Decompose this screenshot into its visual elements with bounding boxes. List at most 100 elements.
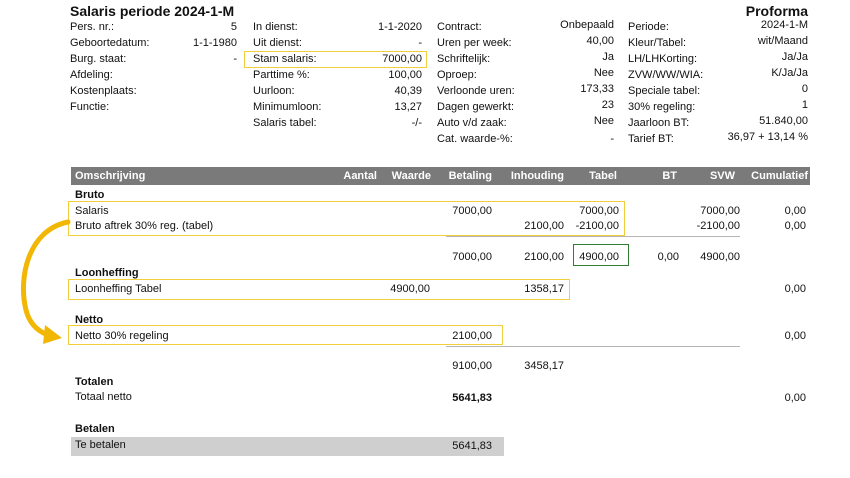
info-value: 1 — [801, 99, 808, 111]
info-label: Auto v/d zaak: — [437, 117, 507, 129]
row-label: Totaal netto — [75, 391, 132, 403]
section-heading-bruto: Bruto — [75, 189, 105, 201]
info-value: 173,33 — [580, 83, 614, 95]
info-label: Pers. nr.: — [70, 21, 115, 33]
info-value: 36,97 + 13,14 % — [727, 131, 808, 143]
subtotal-divider — [446, 346, 740, 347]
cell-cumulatief: 0,00 — [784, 330, 806, 342]
row-label: Te betalen — [75, 439, 126, 451]
column-header-aantal: Aantal — [343, 170, 377, 182]
info-label: Jaarloon BT: — [628, 117, 690, 129]
info-value: 40,39 — [394, 85, 422, 97]
info-label: Uren per week: — [437, 37, 512, 49]
info-label: Verloonde uren: — [437, 85, 515, 97]
info-label: Oproep: — [437, 69, 477, 81]
row-label: Loonheffing Tabel — [75, 283, 162, 295]
cell-tabel: 4900,00 — [579, 251, 619, 263]
info-value: 13,27 — [394, 101, 422, 113]
info-value: wit/Maand — [757, 35, 808, 47]
info-label: Dagen gewerkt: — [437, 101, 515, 113]
info-value: - — [233, 53, 237, 65]
info-value: Ja — [602, 51, 614, 63]
info-label: In dienst: — [253, 21, 298, 33]
info-label: Minimumloon: — [253, 101, 322, 113]
cell-tabel: 7000,00 — [579, 205, 619, 217]
curved-arrow-icon — [21, 219, 71, 344]
info-value: 51.840,00 — [759, 115, 808, 127]
info-label: LH/LHKorting: — [628, 53, 698, 65]
te-betalen-row — [71, 437, 504, 456]
cell-betaling: 7000,00 — [452, 205, 492, 217]
cell-inhouding: 1358,17 — [524, 283, 564, 295]
row-label: Bruto aftrek 30% reg. (tabel) — [75, 220, 214, 232]
cell-betaling: 5641,83 — [452, 440, 492, 452]
info-value: 5 — [230, 21, 237, 33]
cell-cumulatief: 0,00 — [784, 205, 806, 217]
cell-svw: 7000,00 — [700, 205, 740, 217]
info-label: Burg. staat: — [70, 53, 127, 65]
page-title: Salaris periode 2024-1-M — [70, 3, 235, 19]
info-label: Tarief BT: — [628, 133, 674, 145]
info-label: Kleur/Tabel: — [628, 37, 687, 49]
cell-betaling: 7000,00 — [452, 251, 492, 263]
info-value: 23 — [601, 99, 614, 111]
column-header-cumulatief: Cumulatief — [751, 170, 808, 182]
info-label: Uit dienst: — [253, 37, 302, 49]
table-header: Omschrijving Aantal Waarde Betaling Inho… — [71, 167, 810, 185]
info-value: K/Ja/Ja — [771, 67, 808, 79]
cell-cumulatief: 0,00 — [784, 283, 806, 295]
section-heading-loonheffing: Loonheffing — [75, 267, 139, 279]
info-value: Nee — [593, 115, 614, 127]
cell-bt: 0,00 — [657, 251, 679, 263]
info-label: Kostenplaats: — [70, 85, 137, 97]
info-label: Cat. waarde-%: — [437, 133, 513, 145]
proforma-label: Proforma — [745, 3, 808, 19]
column-header-betaling: Betaling — [448, 170, 492, 182]
info-value: Nee — [593, 67, 614, 79]
cell-inhouding: 2100,00 — [524, 220, 564, 232]
info-label: ZVW/WW/WIA: — [628, 69, 704, 81]
cell-inhouding: 3458,17 — [524, 360, 564, 372]
row-label: Salaris — [75, 205, 109, 217]
info-value: 2024-1-M — [760, 19, 808, 31]
info-value: 7000,00 — [382, 53, 422, 65]
info-value: -/- — [411, 117, 422, 129]
subtotal-divider — [446, 236, 740, 237]
info-label: Speciale tabel: — [628, 85, 701, 97]
cell-cumulatief: 0,00 — [784, 392, 806, 404]
info-value: - — [418, 37, 422, 49]
info-value: 40,00 — [586, 35, 614, 47]
info-label: Geboortedatum: — [70, 37, 150, 49]
cell-svw: 4900,00 — [700, 251, 740, 263]
cell-waarde: 4900,00 — [390, 283, 430, 295]
cell-inhouding: 2100,00 — [524, 251, 564, 263]
info-label: Stam salaris: — [253, 53, 317, 65]
cell-svw: -2100,00 — [696, 220, 740, 232]
info-label: Uurloon: — [253, 85, 295, 97]
column-header-inhouding: Inhouding — [510, 170, 564, 182]
cell-tabel: -2100,00 — [575, 220, 619, 232]
info-value: - — [610, 133, 614, 145]
column-header-svw: SVW — [709, 170, 735, 182]
info-label: Periode: — [628, 21, 669, 33]
info-label: Parttime %: — [253, 69, 310, 81]
info-label: Contract: — [437, 21, 482, 33]
column-header-waarde: Waarde — [391, 170, 431, 182]
row-label: Netto 30% regeling — [75, 330, 169, 342]
column-header-bt: BT — [662, 170, 677, 182]
column-header-omschrijving: Omschrijving — [75, 170, 146, 182]
section-heading-totalen: Totalen — [75, 376, 114, 388]
cell-cumulatief: 0,00 — [784, 220, 806, 232]
info-value: Onbepaald — [560, 19, 614, 31]
info-label: Functie: — [70, 101, 110, 113]
info-value: Ja/Ja — [781, 51, 808, 63]
info-label: Schriftelijk: — [437, 53, 491, 65]
info-value: 100,00 — [388, 69, 422, 81]
info-value: 1-1-2020 — [377, 21, 422, 33]
info-label: Afdeling: — [70, 69, 113, 81]
cell-betaling: 2100,00 — [452, 330, 492, 342]
cell-betaling: 9100,00 — [452, 360, 492, 372]
info-label: Salaris tabel: — [253, 117, 317, 129]
section-heading-betalen: Betalen — [75, 423, 115, 435]
info-label: 30% regeling: — [628, 101, 696, 113]
